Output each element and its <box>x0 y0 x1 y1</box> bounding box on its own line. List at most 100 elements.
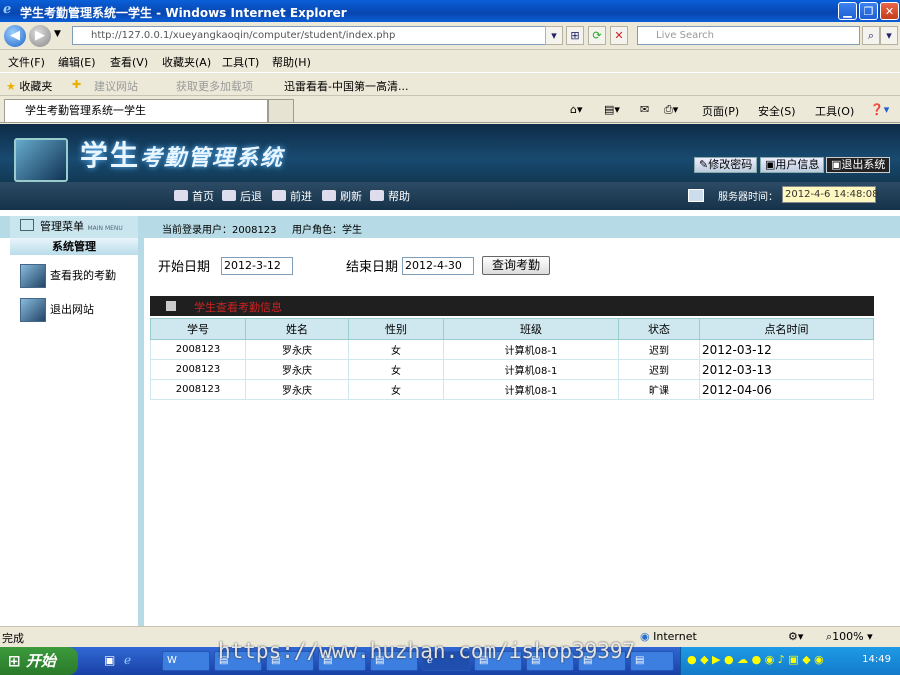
forward-button[interactable]: ▶ <box>29 25 51 47</box>
search-input[interactable]: Live Search <box>637 26 860 45</box>
cell-gender: 女 <box>348 339 444 360</box>
fav-xunlei[interactable]: 迅雷看看-中国第一高清... <box>284 78 408 94</box>
home-icon <box>174 190 188 201</box>
search-options-icon[interactable]: ▾ <box>880 26 898 45</box>
cell-gender: 女 <box>348 379 444 400</box>
table-row: 2008123 罗永庆 女 计算机08-1 旷课 2012-04-06 <box>150 379 874 400</box>
clock: 14:49 <box>862 654 891 665</box>
nav-back[interactable]: 后退 <box>222 188 262 204</box>
feeds-icon[interactable]: ▤▾ <box>604 103 620 116</box>
start-button[interactable]: ⊞ 开始 <box>0 647 78 675</box>
table-title: 学生查看考勤信息 <box>194 301 282 314</box>
minimize-button[interactable]: ▁ <box>838 2 857 20</box>
logout-button[interactable]: ▣退出系统 <box>826 157 891 173</box>
page-menu[interactable]: 页面(P) <box>702 103 739 119</box>
address-dropdown-icon[interactable]: ▾ <box>545 26 563 45</box>
table-icon <box>166 301 176 311</box>
fav-get-addons[interactable]: 获取更多加载项 <box>176 78 253 94</box>
nav-home[interactable]: 首页 <box>174 188 214 204</box>
taskbar-item-word[interactable]: W <box>162 651 210 671</box>
stop-icon[interactable]: ✕ <box>610 26 628 45</box>
search-icon[interactable]: ⌕ <box>862 26 880 45</box>
refresh-icon[interactable]: ⟳ <box>588 26 606 45</box>
change-password-button[interactable]: ✎修改密码 <box>694 157 758 173</box>
address-row: ◀ ▶ ▼ http://127.0.0.1/xueyangkaoqin/com… <box>0 22 900 50</box>
forward-icon <box>272 190 286 201</box>
cell-class: 计算机08-1 <box>443 339 619 360</box>
help-icon[interactable]: ❓▾ <box>870 103 889 116</box>
col-status: 状态 <box>618 318 700 340</box>
nav-refresh[interactable]: 刷新 <box>322 188 362 204</box>
close-button[interactable]: ✕ <box>880 2 899 20</box>
browser-tab[interactable]: 学生考勤管理系统一学生 <box>4 99 268 122</box>
tools-menu[interactable]: 工具(O) <box>815 103 854 119</box>
windows-logo-icon: ⊞ <box>8 652 21 670</box>
sidebar-header-en: MAIN MENU <box>87 225 123 232</box>
server-time-label: 服务器时间： <box>718 192 778 203</box>
maximize-button[interactable]: ❐ <box>859 2 878 20</box>
end-date-input[interactable]: 2012-4-30 <box>402 257 474 275</box>
menu-tools[interactable]: 工具(T) <box>222 54 259 70</box>
start-label: 开始 <box>25 652 56 670</box>
history-dropdown-icon[interactable]: ▼ <box>54 29 61 39</box>
site-nav: 首页 后退 前进 刷新 帮助 服务器时间： 2012-4-6 14:48:08 <box>0 182 900 210</box>
add-favorite-icon[interactable]: ✚ <box>72 78 81 91</box>
sidebar-item-exit[interactable]: 退出网站 <box>20 298 94 322</box>
menu-favorites[interactable]: 收藏夹(A) <box>162 54 211 70</box>
attendance-icon <box>20 264 46 288</box>
cell-status: 迟到 <box>618 339 700 360</box>
nav-refresh-label: 刷新 <box>340 190 362 203</box>
compatibility-icon[interactable]: ⊞ <box>566 26 584 45</box>
sidebar-item-my-attendance[interactable]: 查看我的考勤 <box>20 264 116 288</box>
cell-name: 罗永庆 <box>245 339 349 360</box>
ie-icon: ℯ <box>3 2 12 17</box>
address-input[interactable]: http://127.0.0.1/xueyangkaoqin/computer/… <box>72 26 560 45</box>
zoom-level: 100% <box>832 630 864 643</box>
cell-roll-time: 2012-03-13 <box>699 359 874 380</box>
table-header-row: 学号 姓名 性别 班级 状态 点名时间 <box>150 318 874 340</box>
query-attendance-button[interactable]: 查询考勤 <box>482 256 550 275</box>
safety-menu[interactable]: 安全(S) <box>758 103 796 119</box>
sidebar-header-label: 管理菜单 <box>40 220 84 233</box>
menu-file[interactable]: 文件(F) <box>8 54 45 70</box>
back-button[interactable]: ◀ <box>4 25 26 47</box>
favorites-button[interactable]: ★ 收藏夹 <box>6 78 52 94</box>
cell-student-id: 2008123 <box>150 359 246 380</box>
logo-subtext: 考勤管理系统 <box>140 145 285 171</box>
fav-suggested-sites[interactable]: 建议网站 <box>94 78 138 94</box>
logout-label: 退出系统 <box>841 158 886 171</box>
site-banner: 学生考勤管理系统 ✎修改密码 ▣用户信息 ▣退出系统 <box>0 124 900 182</box>
cell-class: 计算机08-1 <box>443 359 619 380</box>
table-title-bar: 学生查看考勤信息 <box>150 296 874 316</box>
nav-help[interactable]: 帮助 <box>370 188 410 204</box>
menu-edit[interactable]: 编辑(E) <box>58 54 96 70</box>
zoom-control[interactable]: ⌕100% ▾ <box>826 630 873 644</box>
menu-icon <box>20 219 34 231</box>
menu-help[interactable]: 帮助(H) <box>272 54 311 70</box>
user-info-button[interactable]: ▣用户信息 <box>760 157 825 173</box>
print-icon[interactable]: ⎙▾ <box>664 103 678 117</box>
monitor-icon <box>14 138 68 182</box>
home-icon[interactable]: ⌂▾ <box>570 103 583 116</box>
col-name: 姓名 <box>245 318 349 340</box>
nav-forward[interactable]: 前进 <box>272 188 312 204</box>
start-date-input[interactable]: 2012-3-12 <box>221 257 293 275</box>
logo-text: 学生 <box>80 139 141 172</box>
show-desktop-icon[interactable]: ▣ <box>104 653 115 667</box>
cell-roll-time: 2012-04-06 <box>699 379 874 400</box>
window-titlebar[interactable]: ℯ 学生考勤管理系统一学生 - Windows Internet Explore… <box>0 0 900 22</box>
back-icon <box>222 190 236 201</box>
col-gender: 性别 <box>348 318 444 340</box>
tray-icons[interactable]: ● ◆ ▶ ● ☁ ● ◉ ♪ ▣ ◆ ◉ <box>687 653 824 666</box>
protected-mode-icon[interactable]: ⚙▾ <box>788 630 803 643</box>
site-logo: 学生考勤管理系统 <box>80 134 284 174</box>
mail-icon[interactable]: ✉ <box>640 103 649 116</box>
window-title: 学生考勤管理系统一学生 - Windows Internet Explorer <box>20 6 347 20</box>
system-tray: ● ◆ ▶ ● ☁ ● ◉ ♪ ▣ ◆ ◉ 14:49 <box>680 647 900 675</box>
col-student-id: 学号 <box>150 318 246 340</box>
new-tab-button[interactable] <box>268 99 294 122</box>
ie-quicklaunch-icon[interactable]: ℯ <box>124 653 131 667</box>
menu-view[interactable]: 查看(V) <box>110 54 148 70</box>
taskbar-item-10[interactable]: ▤ <box>630 651 674 671</box>
sidebar-item-label: 退出网站 <box>50 303 94 316</box>
